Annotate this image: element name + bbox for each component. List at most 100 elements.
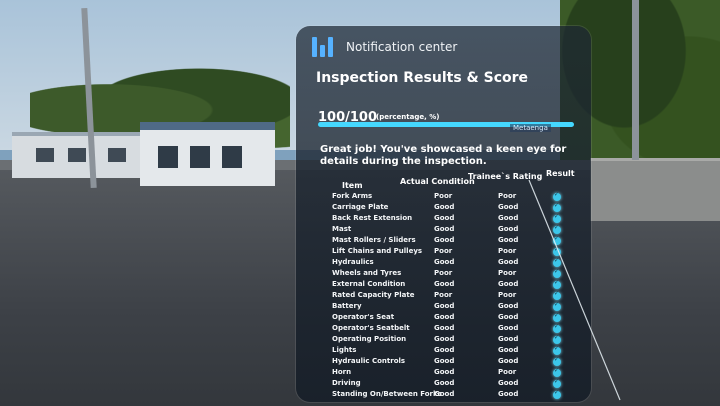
result-check-icon [553,213,561,223]
item-cell: Horn [332,368,352,376]
building-left [12,132,152,178]
item-cell: Lights [332,346,357,354]
result-check-icon [553,202,561,212]
result-check-icon [553,301,561,311]
notification-panel: Notification center Inspection Results &… [296,26,591,402]
table-row: Horn Good Poor [296,367,591,379]
result-check-icon [553,312,561,322]
trainee-rating-cell: Good [498,379,519,387]
actual-condition-cell: Poor [434,192,453,200]
table-row: Operating Position Good Good [296,334,591,346]
table-row: Hydraulic Controls Good Good [296,356,591,368]
item-cell: Wheels and Tyres [332,269,402,277]
trainee-rating-cell: Poor [498,247,517,255]
table-row: Driving Good Good [296,378,591,390]
actual-condition-cell: Good [434,346,455,354]
table-row: Mast Good Good [296,224,591,236]
item-cell: Hydraulics [332,258,374,266]
lamp-pole [632,0,639,160]
actual-condition-cell: Good [434,203,455,211]
result-check-icon [553,367,561,377]
item-cell: Battery [332,302,362,310]
actual-condition-cell: Good [434,390,455,398]
actual-condition-cell: Good [434,225,455,233]
item-cell: Mast [332,225,352,233]
trainee-rating-cell: Good [498,214,519,222]
trainee-rating-cell: Good [498,258,519,266]
actual-condition-cell: Good [434,324,455,332]
trainee-rating-cell: Poor [498,291,517,299]
item-cell: External Condition [332,280,406,288]
trainee-rating-cell: Good [498,236,519,244]
window [158,146,178,168]
result-check-icon [553,279,561,289]
trainee-rating-cell: Good [498,335,519,343]
item-cell: Operating Position [332,335,407,343]
item-cell: Driving [332,379,361,387]
watermark: Metaenga [510,124,551,132]
item-cell: Lift Chains and Pulleys [332,247,423,255]
actual-condition-cell: Good [434,379,455,387]
score-unit: (percentage, %) [376,113,440,121]
item-cell: Mast Rollers / Sliders [332,236,416,244]
trainee-rating-cell: Poor [498,269,517,277]
item-cell: Rated Capacity Plate [332,291,415,299]
table-row: Mast Rollers / Sliders Good Good [296,235,591,247]
actual-condition-cell: Good [434,357,455,365]
result-check-icon [553,290,561,300]
actual-condition-cell: Good [434,280,455,288]
actual-condition-cell: Poor [434,247,453,255]
table-row: Back Rest Extension Good Good [296,213,591,225]
table-row: Fork Arms Poor Poor [296,191,591,203]
item-cell: Hydraulic Controls [332,357,406,365]
trainee-rating-cell: Poor [498,192,517,200]
trainee-rating-cell: Good [498,280,519,288]
trainee-rating-cell: Good [498,203,519,211]
trainee-rating-cell: Poor [498,368,517,376]
window [108,148,126,162]
trainee-rating-cell: Good [498,302,519,310]
actual-condition-cell: Poor [434,291,453,299]
actual-condition-cell: Good [434,302,455,310]
actual-condition-cell: Good [434,236,455,244]
item-cell: Standing On/Between Forks [332,390,442,398]
result-check-icon [553,389,561,399]
trainee-rating-cell: Good [498,390,519,398]
trainee-rating-cell: Good [498,346,519,354]
section-title: Inspection Results & Score [316,70,529,86]
header-actual: Actual Condition [400,177,475,186]
result-message: Great job! You've showcased a keen eye f… [320,144,567,167]
window [68,148,86,162]
item-cell: Back Rest Extension [332,214,413,222]
result-check-icon [553,323,561,333]
table-row: External Condition Good Good [296,279,591,291]
trainee-rating-cell: Good [498,357,519,365]
result-check-icon [553,224,561,234]
header-rating: Trainee`s Rating [468,172,543,181]
guard-house [140,122,275,186]
actual-condition-cell: Good [434,368,455,376]
item-cell: Fork Arms [332,192,373,200]
concrete-wall [590,158,720,221]
actual-condition-cell: Poor [434,269,453,277]
actual-condition-cell: Good [434,214,455,222]
table-row: Operator's Seat Good Good [296,312,591,324]
actual-condition-cell: Good [434,258,455,266]
app-logo-icon [312,37,336,57]
window [222,146,242,168]
table-row: Lights Good Good [296,345,591,357]
table-row: Hydraulics Good Good [296,257,591,269]
result-check-icon [553,334,561,344]
result-check-icon [553,356,561,366]
result-check-icon [553,235,561,245]
window [190,146,210,168]
table-row: Lift Chains and Pulleys Poor Poor [296,246,591,258]
table-row: Standing On/Between Forks Good Good [296,389,591,401]
table-row: Carriage Plate Good Good [296,202,591,214]
table-row: Operator's Seatbelt Good Good [296,323,591,335]
trainee-rating-cell: Good [498,313,519,321]
trainee-rating-cell: Good [498,225,519,233]
result-check-icon [553,246,561,256]
table-row: Battery Good Good [296,301,591,313]
item-cell: Operator's Seat [332,313,395,321]
